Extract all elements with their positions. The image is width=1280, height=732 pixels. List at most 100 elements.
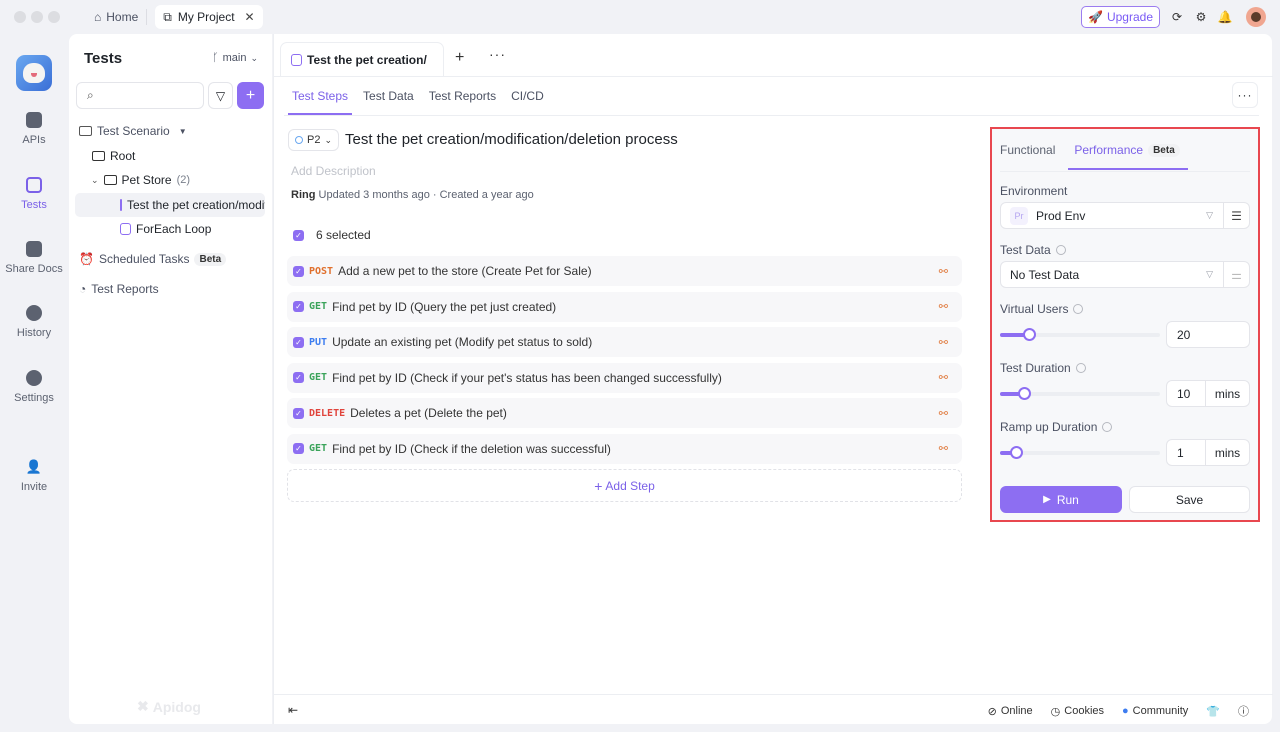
run-button[interactable]: ▶ Run <box>1000 486 1122 513</box>
priority-selector[interactable]: P2 ⌄ <box>288 129 340 151</box>
ramp-up-input[interactable]: 1 mins <box>1166 439 1250 466</box>
virtual-users-input[interactable]: 20 <box>1166 321 1250 348</box>
virtual-users-slider[interactable] <box>1000 328 1160 341</box>
virtual-users-label: Virtual Users <box>1000 302 1084 316</box>
close-window-button[interactable] <box>14 11 26 23</box>
user-avatar[interactable] <box>1246 7 1266 27</box>
http-method: DELETE <box>309 407 346 419</box>
tree-test-reports[interactable]: ◔ Test Reports <box>79 277 159 301</box>
info-icon[interactable] <box>1055 245 1066 255</box>
linked-api-icon[interactable]: ⚯ <box>939 371 948 384</box>
tree-scheduled-tasks[interactable]: ⏰ Scheduled Tasks Beta <box>79 247 227 271</box>
rail-item-history[interactable]: History <box>0 305 68 339</box>
tab-ci-cd[interactable]: CI/CD <box>511 89 544 103</box>
step-row[interactable]: ✓ POST Add a new pet to the store (Creat… <box>287 256 962 286</box>
ramp-up-label: Ramp up Duration <box>1000 420 1113 434</box>
step-row[interactable]: ✓ GET Find pet by ID (Query the pet just… <box>287 291 962 322</box>
linked-api-icon[interactable]: ⚯ <box>939 336 948 349</box>
home-tab[interactable]: ⌂ Home <box>94 10 138 24</box>
beta-badge: Beta <box>194 252 227 266</box>
linked-api-icon[interactable]: ⚯ <box>939 265 948 278</box>
gear-icon[interactable]: ⚙ <box>1194 10 1208 24</box>
tree-test-item[interactable]: ForEach Loop <box>120 217 211 241</box>
step-checkbox[interactable]: ✓ <box>293 301 304 312</box>
env-manage-button[interactable]: ☰ <box>1223 203 1249 228</box>
cookies-button[interactable]: ◷ Cookies <box>1051 705 1104 718</box>
ramp-up-slider[interactable] <box>1000 446 1160 459</box>
sync-icon[interactable]: ⟳ <box>1170 10 1184 24</box>
linked-api-icon[interactable]: ⚯ <box>939 407 948 420</box>
tree-test-item[interactable]: Test the pet creation/modification/delet… <box>75 193 265 217</box>
step-row[interactable]: ✓ PUT Update an existing pet (Modify pet… <box>287 327 962 357</box>
tab-more-button[interactable]: ··· <box>489 46 506 62</box>
slider-handle[interactable] <box>1022 328 1036 341</box>
test-scenario-icon <box>291 53 302 66</box>
step-row[interactable]: ✓ GET Find pet by ID (Check if your pet'… <box>287 362 962 393</box>
description-input[interactable]: Add Description <box>291 164 376 178</box>
test-data-select[interactable]: No Test Data ▽ ⚌ <box>1000 261 1250 288</box>
step-checkbox[interactable]: ✓ <box>293 443 304 454</box>
test-data-label: Test Data <box>1000 243 1066 257</box>
bell-icon[interactable]: 🔔 <box>1218 10 1233 24</box>
caret-down-icon: ▼ <box>178 126 187 136</box>
step-row[interactable]: ✓ DELETE Deletes a pet (Delete the pet) … <box>287 398 962 428</box>
info-icon[interactable] <box>1102 422 1113 432</box>
add-user-icon: 👤 <box>25 459 43 474</box>
slider-handle[interactable] <box>1010 446 1023 459</box>
help-icon[interactable]: ⓘ <box>1238 703 1249 719</box>
tab-performance[interactable]: Performance Beta <box>1068 143 1189 170</box>
document-tab[interactable]: Test the pet creation/ <box>280 42 444 76</box>
minimize-window-button[interactable] <box>31 11 43 23</box>
step-checkbox[interactable]: ✓ <box>293 372 304 383</box>
new-tab-button[interactable]: + <box>455 49 464 67</box>
add-button[interactable]: + <box>237 82 264 109</box>
http-method: POST <box>309 265 334 277</box>
external-link-icon: ⧉ <box>163 9 172 24</box>
step-row[interactable]: ✓ GET Find pet by ID (Check if the delet… <box>287 433 962 464</box>
rail-item-settings[interactable]: Settings <box>0 370 68 404</box>
tree-test-scenario[interactable]: Test Scenario ▼ <box>79 119 187 143</box>
test-title[interactable]: Test the pet creation/modification/delet… <box>345 131 678 148</box>
environment-select[interactable]: Pr Prod Env ▽ ☰ <box>1000 202 1250 229</box>
test-duration-slider[interactable] <box>1000 387 1160 400</box>
env-badge: Pr <box>1010 206 1028 225</box>
collapse-sidebar-icon[interactable]: ⇤ <box>288 703 298 717</box>
tab-test-data[interactable]: Test Data <box>363 89 414 103</box>
linked-api-icon[interactable]: ⚯ <box>939 300 948 313</box>
divider <box>146 9 148 25</box>
search-input[interactable]: ⌕ <box>76 82 204 109</box>
step-checkbox[interactable]: ✓ <box>293 407 304 419</box>
info-icon[interactable] <box>1073 304 1084 314</box>
shirt-icon[interactable]: 👕 <box>1206 705 1220 718</box>
tree-folder-pet-store[interactable]: ⌄ Pet Store (2) <box>91 168 190 192</box>
branch-selector[interactable]: ᚴ main ⌄ <box>212 52 258 64</box>
tab-test-steps[interactable]: Test Steps <box>287 89 353 115</box>
online-status[interactable]: ⊘ Online <box>988 705 1033 718</box>
community-button[interactable]: ● Community <box>1122 705 1188 717</box>
slider-handle[interactable] <box>1018 387 1031 400</box>
rocket-icon: 🚀 <box>1088 10 1103 24</box>
tree-root[interactable]: Root <box>92 144 135 168</box>
maximize-window-button[interactable] <box>48 11 60 23</box>
add-step-button[interactable]: + Add Step <box>287 469 962 502</box>
upgrade-button[interactable]: 🚀 Upgrade <box>1081 6 1160 28</box>
info-icon[interactable] <box>1075 363 1086 373</box>
rail-item-apis[interactable]: APIs <box>0 112 68 146</box>
test-data-settings-button[interactable]: ⚌ <box>1223 262 1249 287</box>
tab-functional[interactable]: Functional <box>1000 143 1055 157</box>
more-options-button[interactable]: ··· <box>1232 82 1258 108</box>
project-tab[interactable]: ⧉ My Project ✕ <box>155 5 263 29</box>
rail-item-tests[interactable]: Tests <box>0 177 68 211</box>
rail-item-share-docs[interactable]: Share Docs <box>0 241 68 275</box>
linked-api-icon[interactable]: ⚯ <box>939 442 948 455</box>
select-all-checkbox[interactable]: ✓ <box>293 229 304 241</box>
save-button[interactable]: Save <box>1129 486 1250 513</box>
filter-button[interactable]: ▽ <box>208 82 233 109</box>
step-checkbox[interactable]: ✓ <box>293 265 304 277</box>
project-logo[interactable] <box>16 55 52 91</box>
tab-test-reports[interactable]: Test Reports <box>429 89 496 103</box>
close-tab-icon[interactable]: ✕ <box>245 10 255 24</box>
rail-item-invite[interactable]: 👤 Invite <box>0 459 68 493</box>
test-duration-input[interactable]: 10 mins <box>1166 380 1250 407</box>
step-checkbox[interactable]: ✓ <box>293 336 304 348</box>
